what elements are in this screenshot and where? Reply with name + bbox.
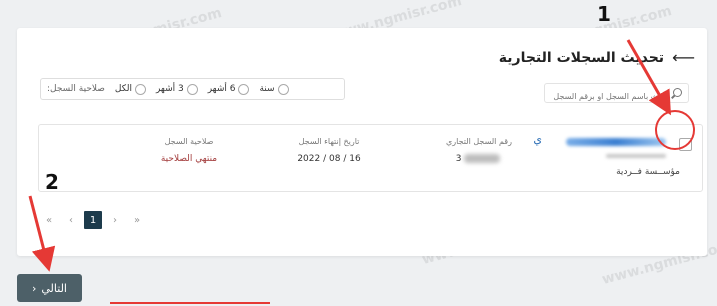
annotation-number-2: 2 bbox=[45, 170, 59, 194]
pagination: « ‹ 1 › » bbox=[40, 211, 146, 229]
annotation-number-1: 1 bbox=[597, 2, 611, 26]
page-header: ⟵ تحديث السجلات التجارية bbox=[499, 48, 695, 67]
record-number-label: رقم السجل التجاري bbox=[446, 137, 512, 146]
search-input[interactable] bbox=[545, 87, 688, 106]
search-box bbox=[544, 83, 689, 106]
radio-button[interactable] bbox=[277, 83, 289, 95]
record-expiry-label: تاريخ إنتهاء السجل bbox=[298, 137, 360, 146]
record-entity-type: مؤســسة فــردية bbox=[616, 167, 680, 177]
filter-option-year[interactable]: سنة bbox=[259, 83, 289, 95]
radio-button[interactable] bbox=[238, 83, 250, 95]
last-page-button[interactable]: » bbox=[128, 211, 146, 229]
record-expiry-value: 16 / 08 / 2022 bbox=[297, 154, 361, 164]
record-expiry-column: تاريخ إنتهاء السجل 16 / 08 / 2022 bbox=[284, 137, 374, 164]
next-button-label: التالي bbox=[41, 281, 67, 295]
radio-button[interactable] bbox=[134, 83, 146, 95]
filter-option-3-months[interactable]: 3 أشهر bbox=[156, 83, 198, 95]
progress-line bbox=[110, 302, 270, 304]
record-name-blurred bbox=[566, 138, 666, 146]
next-button[interactable]: › التالي bbox=[17, 274, 82, 302]
search-icon bbox=[673, 88, 682, 97]
record-number-blurred bbox=[464, 154, 501, 163]
record-number-column: رقم السجل التجاري 3 bbox=[439, 137, 519, 164]
filter-option-6-months[interactable]: 6 أشهر bbox=[208, 83, 250, 95]
record-validity-label: صلاحية السجل bbox=[164, 137, 214, 146]
arrow-left-icon[interactable]: ⟵ bbox=[672, 48, 695, 67]
chevron-right-icon: › bbox=[31, 281, 37, 295]
highlight-circle bbox=[655, 110, 695, 150]
record-row[interactable]: ي مؤســسة فــردية رقم السجل التجاري 3 تا… bbox=[38, 124, 703, 192]
next-page-button[interactable]: › bbox=[106, 211, 124, 229]
radio-button[interactable] bbox=[186, 83, 198, 95]
filter-label: صلاحية السجل: bbox=[47, 84, 105, 94]
page-title: تحديث السجلات التجارية bbox=[498, 49, 665, 66]
page-number-current[interactable]: 1 bbox=[84, 211, 102, 229]
record-number-value: 3 bbox=[439, 154, 519, 164]
validity-filter: صلاحية السجل: الكل 3 أشهر 6 أشهر سنة bbox=[40, 78, 345, 100]
record-name-char: ي bbox=[533, 133, 542, 146]
prev-page-button[interactable]: ‹ bbox=[62, 211, 80, 229]
first-page-button[interactable]: « bbox=[40, 211, 58, 229]
record-validity-value: منتهي الصلاحية bbox=[160, 154, 218, 164]
filter-option-all[interactable]: الكل bbox=[115, 83, 146, 95]
record-subtitle-blurred bbox=[606, 154, 666, 158]
record-validity-column: صلاحية السجل منتهي الصلاحية bbox=[144, 137, 234, 164]
